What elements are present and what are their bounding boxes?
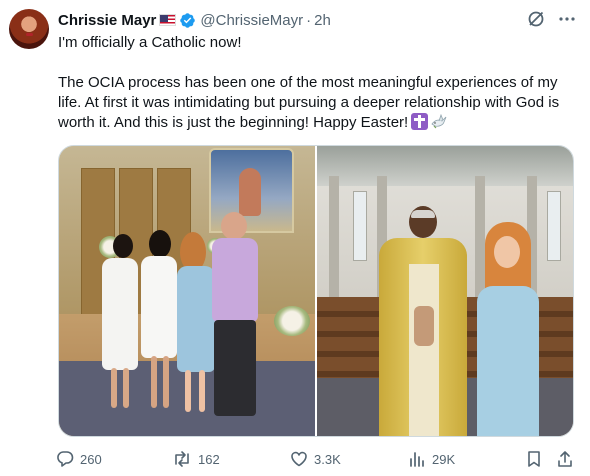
dove-emoji-icon bbox=[431, 114, 447, 129]
bookmark-button[interactable] bbox=[526, 450, 542, 468]
avatar[interactable] bbox=[9, 9, 49, 49]
tweet-top-icons bbox=[526, 9, 576, 29]
views-count: 29K bbox=[432, 451, 456, 467]
like-count: 3.3K bbox=[314, 451, 341, 467]
repost-icon bbox=[175, 451, 189, 467]
photo-group-of-four[interactable] bbox=[59, 146, 315, 436]
grok-icon[interactable] bbox=[526, 9, 546, 29]
us-flag-icon bbox=[159, 14, 177, 26]
separator-dot: · bbox=[306, 11, 312, 29]
share-icon bbox=[558, 451, 572, 467]
like-button[interactable]: 3.3K bbox=[290, 450, 341, 468]
tweet-header: Chrissie Mayr @ChrissieMayr · 2h bbox=[58, 10, 331, 30]
tweet-text: I'm officially a Catholic now! The OCIA … bbox=[58, 33, 578, 133]
timestamp[interactable]: 2h bbox=[314, 12, 331, 29]
reply-button[interactable]: 260 bbox=[56, 450, 102, 468]
photo-priest-and-woman[interactable] bbox=[317, 146, 573, 436]
bookmark-icon bbox=[528, 451, 540, 467]
tweet-text-body: The OCIA process has been one of the mos… bbox=[58, 73, 578, 133]
media-grid bbox=[58, 145, 574, 437]
action-bar: 260 162 3.3K 29K bbox=[56, 446, 576, 472]
latin-cross-emoji-icon bbox=[411, 113, 429, 130]
repost-button[interactable]: 162 bbox=[172, 450, 220, 468]
reply-icon bbox=[57, 451, 74, 467]
author-handle[interactable]: @ChrissieMayr bbox=[200, 12, 303, 29]
author-name[interactable]: Chrissie Mayr bbox=[58, 12, 156, 29]
more-icon[interactable] bbox=[558, 10, 576, 28]
tweet[interactable]: Chrissie Mayr @ChrissieMayr · 2h I'm off… bbox=[0, 0, 590, 476]
verified-badge-icon[interactable] bbox=[179, 12, 196, 29]
repost-count: 162 bbox=[198, 451, 220, 467]
tweet-text-line2: The OCIA process has been one of the mos… bbox=[58, 74, 560, 131]
like-icon bbox=[291, 451, 307, 467]
views-button[interactable]: 29K bbox=[408, 450, 455, 468]
share-button[interactable] bbox=[556, 450, 574, 468]
tweet-text-line1: I'm officially a Catholic now! bbox=[58, 34, 242, 51]
reply-count: 260 bbox=[80, 451, 102, 467]
views-icon bbox=[410, 452, 424, 467]
